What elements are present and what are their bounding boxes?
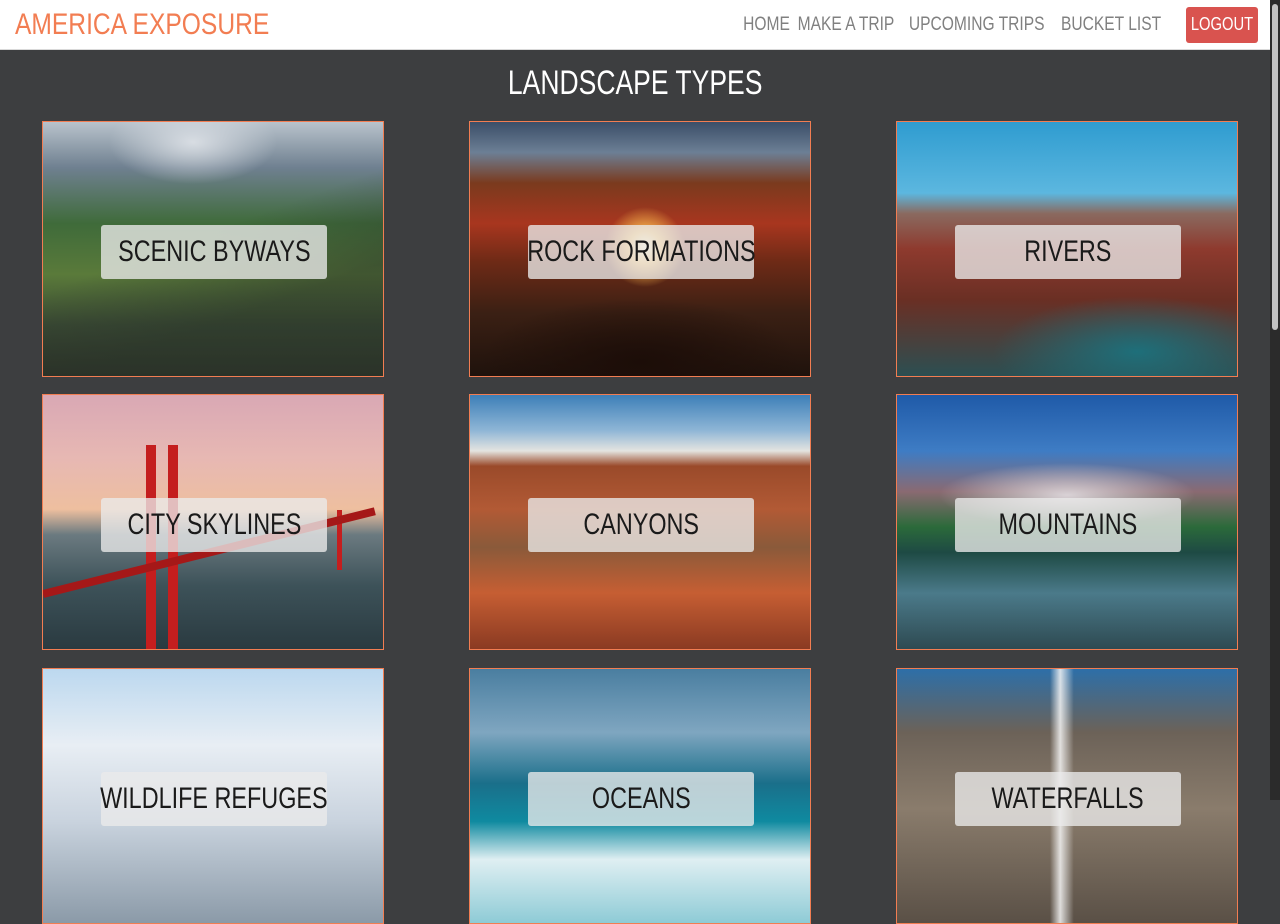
landscape-card-waterfalls[interactable]: WATERFALLS xyxy=(896,668,1238,924)
card-label-text: WILDLIFE REFUGES xyxy=(100,782,328,815)
landscape-card-oceans[interactable]: OCEANS xyxy=(469,668,811,924)
brand-logo[interactable]: AMERICA EXPOSURE xyxy=(15,8,269,42)
card-label: MOUNTAINS xyxy=(955,498,1181,552)
card-label-text: WATERFALLS xyxy=(991,782,1145,815)
top-navbar: AMERICA EXPOSURE HOME MAKE A TRIP UPCOMI… xyxy=(0,0,1270,50)
card-label: CANYONS xyxy=(528,498,754,552)
card-label-text: CANYONS xyxy=(583,508,699,541)
card-label: SCENIC BYWAYS xyxy=(101,225,327,279)
landscape-card-wildlife-refuges[interactable]: WILDLIFE REFUGES xyxy=(42,668,384,924)
card-label: OCEANS xyxy=(528,772,754,826)
logout-button[interactable]: LOGOUT xyxy=(1186,6,1258,43)
page-title-text: LANDSCAPE TYPES xyxy=(507,64,763,102)
nav-make-a-trip[interactable]: MAKE A TRIP xyxy=(797,14,894,36)
nav-upcoming-trips[interactable]: UPCOMING TRIPS xyxy=(909,14,1045,36)
card-label-text: ROCK FORMATIONS xyxy=(526,235,756,268)
landscape-card-canyons[interactable]: CANYONS xyxy=(469,394,811,650)
card-label-text: SCENIC BYWAYS xyxy=(117,235,311,268)
landscape-card-scenic-byways[interactable]: SCENIC BYWAYS xyxy=(42,121,384,377)
card-label: WILDLIFE REFUGES xyxy=(100,772,328,826)
card-label: CITY SKYLINES xyxy=(101,498,327,552)
nav-home[interactable]: HOME xyxy=(743,14,790,36)
landscape-card-city-skylines[interactable]: CITY SKYLINES xyxy=(42,394,384,650)
landscape-card-rock-formations[interactable]: ROCK FORMATIONS xyxy=(469,121,811,377)
card-label: ROCK FORMATIONS xyxy=(526,225,756,279)
page-title: LANDSCAPE TYPES xyxy=(0,64,1270,103)
card-label-text: MOUNTAINS xyxy=(998,508,1138,541)
scrollbar-thumb[interactable] xyxy=(1272,4,1278,330)
card-label-text: OCEANS xyxy=(591,782,691,815)
page-scrollbar[interactable] xyxy=(1270,0,1280,800)
card-label: RIVERS xyxy=(955,225,1181,279)
logout-label: LOGOUT xyxy=(1190,14,1254,34)
nav-bucket-list[interactable]: BUCKET LIST xyxy=(1061,14,1161,36)
nav-menu: HOME MAKE A TRIP UPCOMING TRIPS BUCKET L… xyxy=(738,0,1258,50)
card-label-text: CITY SKYLINES xyxy=(127,508,301,541)
card-label: WATERFALLS xyxy=(955,772,1181,826)
landscape-card-rivers[interactable]: RIVERS xyxy=(896,121,1238,377)
card-label-text: RIVERS xyxy=(1024,235,1112,268)
landscape-card-mountains[interactable]: MOUNTAINS xyxy=(896,394,1238,650)
